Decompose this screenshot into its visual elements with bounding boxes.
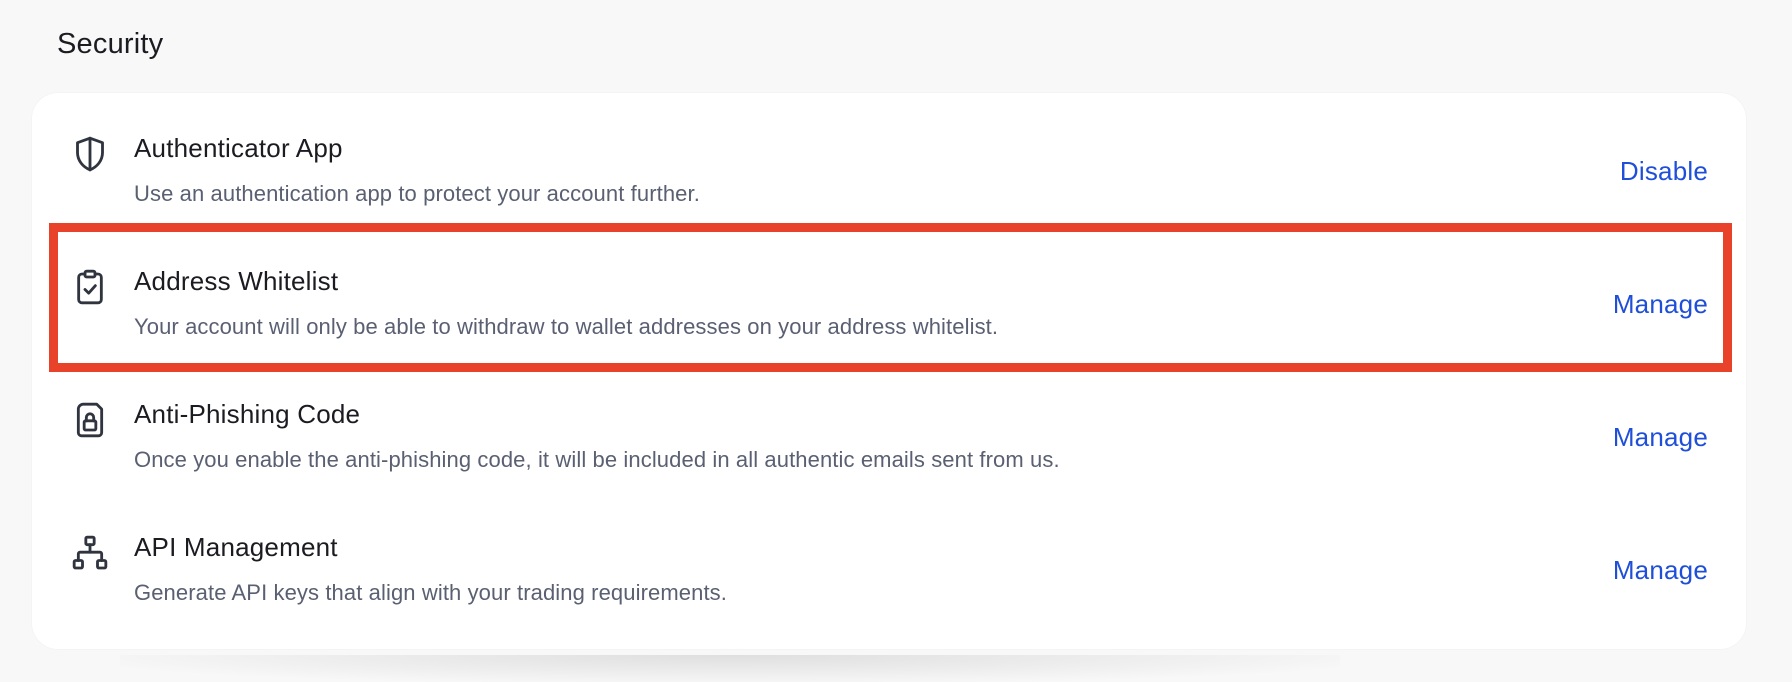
card-shadow	[120, 655, 1340, 682]
security-card: Authenticator App Use an authentication …	[32, 93, 1746, 649]
row-title: API Management	[134, 532, 338, 562]
security-row-address-whitelist: Address Whitelist Your account will only…	[32, 226, 1746, 359]
row-title: Address Whitelist	[134, 266, 339, 296]
row-description: Once you enable the anti-phishing code, …	[134, 447, 1060, 472]
disable-authenticator-button[interactable]: Disable	[1620, 156, 1708, 187]
row-description: Generate API keys that align with your t…	[134, 580, 727, 605]
row-description: Your account will only be able to withdr…	[134, 314, 999, 339]
section-title: Security	[57, 28, 164, 60]
row-title: Authenticator App	[134, 133, 343, 163]
manage-address-whitelist-button[interactable]: Manage	[1613, 289, 1708, 320]
shield-icon	[68, 132, 112, 176]
lock-document-icon	[68, 398, 112, 442]
security-row-anti-phishing: Anti-Phishing Code Once you enable the a…	[32, 359, 1746, 492]
clipboard-check-icon	[68, 265, 112, 309]
manage-anti-phishing-button[interactable]: Manage	[1613, 422, 1708, 453]
row-title: Anti-Phishing Code	[134, 399, 361, 429]
network-icon	[68, 531, 112, 575]
security-row-api-management: API Management Generate API keys that al…	[32, 492, 1746, 625]
row-description: Use an authentication app to protect you…	[134, 181, 700, 206]
security-row-authenticator: Authenticator App Use an authentication …	[32, 93, 1746, 226]
manage-api-button[interactable]: Manage	[1613, 555, 1708, 586]
